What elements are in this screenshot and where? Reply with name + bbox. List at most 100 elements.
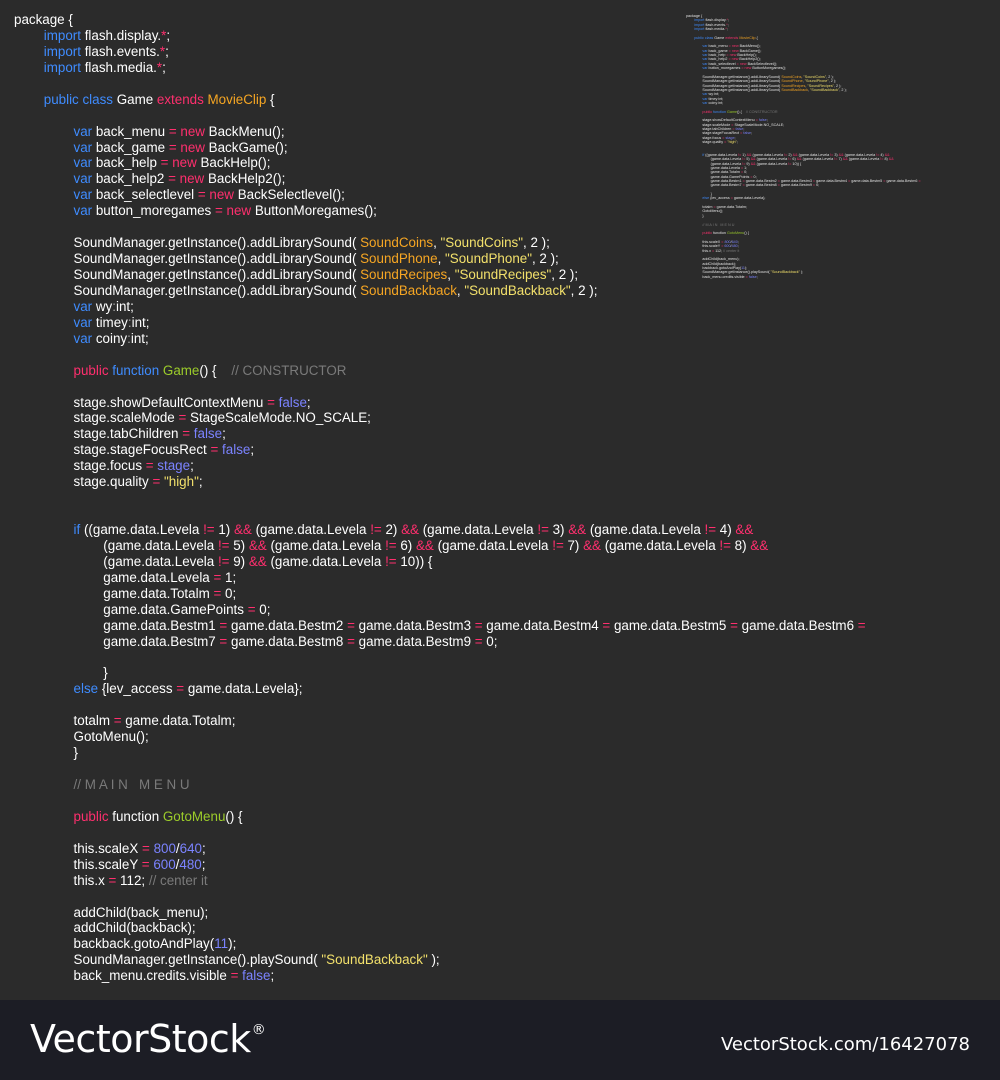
- code-token: new: [180, 123, 205, 139]
- minimap-token: [686, 27, 694, 31]
- code-token: var: [73, 171, 93, 187]
- code-token: this.x: [14, 872, 109, 888]
- code-token: stage.showDefaultContextMenu: [14, 394, 268, 410]
- code-token: 0;: [221, 585, 237, 601]
- code-token: {: [266, 91, 275, 107]
- code-token: import: [43, 59, 81, 75]
- code-token: &&: [248, 537, 267, 553]
- code-token: !=: [385, 537, 397, 553]
- code-token: public: [73, 362, 109, 378]
- code-token: back_game: [92, 139, 169, 155]
- code-token: false: [222, 442, 251, 458]
- code-token: =: [141, 856, 150, 872]
- code-token: !=: [704, 522, 717, 537]
- code-token: package {: [14, 12, 73, 27]
- code-token: 11: [214, 936, 229, 952]
- minimap-token: game.data.Bestm7: [686, 183, 743, 188]
- code-token: ;: [166, 27, 171, 43]
- minimap-token: (game.data.Levela: [847, 157, 881, 162]
- code-token: 480: [179, 856, 202, 872]
- code-token: GotoMenu: [162, 808, 226, 824]
- code-token: SoundManager.getInstance().addLibrarySou…: [14, 282, 361, 298]
- code-token: &&: [415, 537, 434, 553]
- minimap-token: );: [799, 270, 804, 275]
- code-token: SoundBackback: [360, 282, 457, 298]
- code-token: int;: [131, 314, 150, 330]
- code-token: addChild(back_menu);: [14, 904, 209, 920]
- minimap-token: function: [713, 109, 726, 114]
- minimap-token: 0;: [815, 183, 820, 188]
- code-token: // center it: [148, 872, 208, 888]
- code-token: game.data.Bestm5: [610, 617, 731, 633]
- code-line: game.data.GamePoints = 0;: [14, 602, 866, 618]
- minimap-token: public class: [694, 35, 714, 40]
- code-token: else: [73, 681, 99, 697]
- code-editor: package { import flash.display.*; import…: [0, 0, 1000, 1000]
- minimap-token: ButtonMoregames();: [751, 66, 786, 71]
- code-token: // M A I N M E N U: [73, 777, 190, 792]
- minimap-token: [686, 196, 702, 200]
- code-token: SoundManager.getInstance().playSound(: [14, 952, 322, 968]
- code-token: var: [73, 123, 93, 139]
- code-token: ;: [270, 968, 275, 984]
- minimap-token: game.data.Bestm5: [850, 179, 884, 184]
- code-line: ​: [14, 793, 866, 809]
- code-token: =: [247, 601, 256, 617]
- code-line: game.data.Bestm7 = game.data.Bestm8 = ga…: [14, 634, 866, 650]
- minimap-token: // CONSTRUCTOR: [745, 109, 778, 114]
- minimap-token: [686, 223, 702, 227]
- code-token: 600: [153, 856, 176, 872]
- code-token: int;: [115, 298, 134, 314]
- minimap-token: () {: [737, 109, 746, 114]
- code-token: }: [14, 665, 108, 681]
- registered-mark: ®: [251, 1022, 266, 1038]
- code-token: =: [474, 617, 483, 633]
- minimap-token: (game.data.Levela: [801, 157, 835, 162]
- minimap-token: SoundBackback: [781, 87, 808, 92]
- code-token: false: [242, 968, 271, 984]
- code-line: this.x = 112; // center it: [14, 873, 866, 889]
- code-token: &&: [248, 553, 267, 569]
- code-token: =: [197, 187, 206, 203]
- code-token: =: [168, 123, 177, 139]
- code-token: // CONSTRUCTOR: [231, 362, 347, 378]
- code-token: , 2 );: [551, 267, 579, 282]
- code-token: function: [112, 362, 160, 378]
- code-token: game.data.Bestm1: [14, 617, 220, 633]
- code-token: =: [168, 139, 177, 155]
- code-token: SoundRecipes: [360, 267, 448, 282]
- code-line: addChild(backback);: [14, 920, 866, 936]
- minimap-token: flash.media.: [704, 27, 726, 32]
- code-token: 4): [716, 522, 736, 537]
- minimap-token: false: [743, 131, 752, 136]
- code-token: !=: [217, 553, 230, 569]
- code-token: game.data.Totalm;: [121, 713, 236, 729]
- minimap-token: game.data.Bestm6: [885, 179, 919, 184]
- code-token: =: [474, 633, 483, 649]
- minimap-token: "SoundBackback": [770, 270, 800, 275]
- code-token: var: [73, 330, 93, 346]
- code-token: 9): [229, 553, 249, 569]
- code-token: MovieClip: [207, 91, 267, 107]
- code-token: =: [176, 681, 185, 697]
- code-token: StageScaleMode.NO_SCALE;: [186, 410, 371, 426]
- minimap-token: MovieClip: [739, 35, 756, 40]
- code-token: 3): [548, 522, 569, 537]
- code-token: (game.data.Levela: [418, 522, 538, 537]
- code-token: =: [113, 713, 122, 729]
- code-token: 8): [730, 537, 751, 553]
- code-line: back_menu.credits.visible = false;: [14, 968, 866, 984]
- minimap-token: back_menu.credits.visible: [686, 274, 746, 279]
- code-token: stage.scaleMode: [14, 410, 179, 426]
- code-line: stage.stageFocusRect = false;: [14, 442, 866, 458]
- code-token: var: [73, 314, 93, 330]
- code-line: stage.focus = stage;: [14, 458, 866, 474]
- minimap-token: import: [694, 27, 705, 32]
- code-token: {lev_access: [98, 681, 177, 697]
